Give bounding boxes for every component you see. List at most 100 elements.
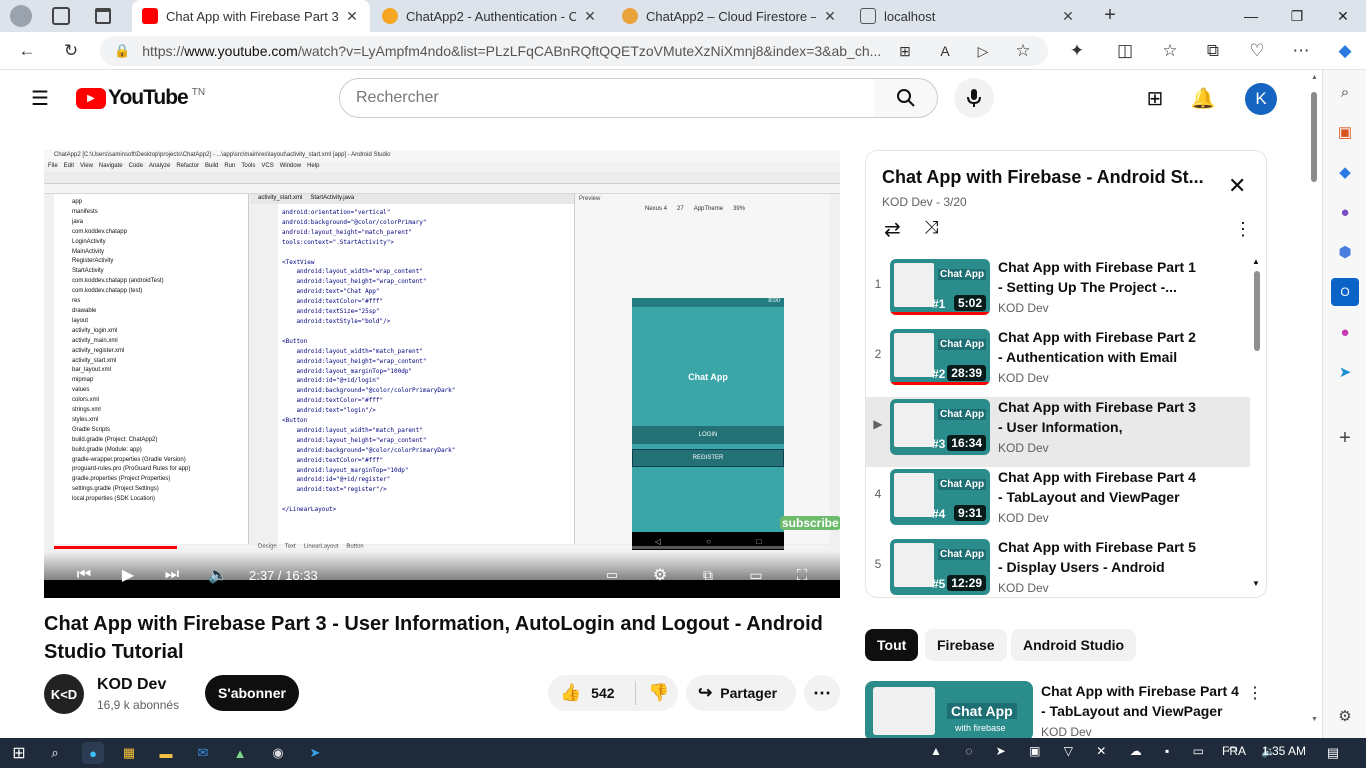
more-actions-button[interactable]: ⋯ [804,675,840,711]
volume-icon[interactable]: 🔈 [206,562,230,588]
playlist-title[interactable]: Chat App with Firebase - Android St... [882,167,1222,188]
close-icon[interactable]: ✕ [822,8,838,25]
tab-firebase-auth[interactable]: ChatApp2 - Authentication - Cor ✕ [372,0,608,32]
profile-icon[interactable] [10,5,32,27]
telegram-app-icon[interactable]: ➤ [304,742,326,764]
playlist-item[interactable]: 1 Chat App #1 5:02 Chat App with Firebase Pa… [866,257,1250,327]
dislike-button[interactable]: 👎 [636,683,669,703]
clock[interactable]: 1:35 AM [1262,744,1306,758]
settings-gear-icon[interactable]: ⚙ [648,562,672,588]
filter-chip[interactable]: Android Studio [1011,629,1137,661]
hamburger-menu-icon[interactable]: ☰ [20,78,60,118]
loop-icon[interactable]: ⇄ [884,217,901,242]
add-icon[interactable]: + [1331,424,1359,452]
close-icon[interactable]: ✕ [1228,173,1246,199]
sidebar-settings-icon[interactable]: ⚙ [1331,702,1359,730]
search-input[interactable]: Rechercher [339,78,875,118]
window-close-button[interactable]: ✕ [1320,0,1366,32]
collections-icon[interactable]: ⧉ [1198,36,1228,66]
shuffle-icon[interactable]: ⤨ [924,217,938,238]
video-player[interactable]: ChatApp2 [C:\Users\saminsoft\Desktop\pro… [44,150,840,598]
store-app-icon[interactable]: ▦ [118,742,140,764]
refresh-button[interactable]: ↻ [56,36,86,66]
play-button[interactable]: ▶ [116,562,140,588]
create-video-icon[interactable]: ⊞ [1135,78,1175,118]
read-aloud-icon[interactable]: A [930,36,960,66]
send-icon[interactable]: ➤ [1331,358,1359,386]
minimize-button[interactable]: — [1228,0,1274,32]
scroll-up-icon[interactable]: ▲ [1252,257,1260,266]
page-scrollbar[interactable]: ▲ ▼ [1308,70,1320,738]
voice-search-button[interactable] [954,78,994,118]
filter-chip[interactable]: Tout [865,629,919,661]
split-screen-icon[interactable]: ◫ [1110,36,1140,66]
people-icon[interactable]: ● [1331,198,1359,226]
outlook-icon[interactable]: O [1331,278,1359,306]
close-icon[interactable]: ✕ [582,8,598,25]
notifications-bell-icon[interactable]: 🔔 [1183,78,1223,118]
playlist-item[interactable]: ▶ Chat App #3 16:34 Chat App with Firebase P… [866,397,1250,467]
language-indicator[interactable]: FRA [1222,744,1246,758]
games-icon[interactable]: ⬢ [1331,238,1359,266]
notifications-icon[interactable]: ▤ [1322,742,1344,764]
recommended-video[interactable]: Chat App with firebase Chat App with Fir… [865,681,1265,738]
theater-mode-icon[interactable]: ▭ [744,562,768,588]
progress-bar[interactable] [54,546,830,549]
playlist-item[interactable]: 2 Chat App #2 28:39 Chat App with Firebase P… [866,327,1250,397]
close-icon[interactable]: ✕ [1060,8,1076,25]
like-button[interactable]: 👍 542 [548,681,636,705]
apps-icon[interactable]: ⊞ [890,36,920,66]
video-icon[interactable]: ▷ [968,36,998,66]
back-button[interactable]: ← [12,36,42,66]
account-avatar[interactable]: K [1245,83,1277,115]
subtitles-icon[interactable]: ▭ [600,562,624,588]
search-icon[interactable]: ⌕ [44,742,66,764]
file-explorer-icon[interactable]: ▬ [155,742,177,764]
tab-youtube[interactable]: Chat App with Firebase Part 3 - U ✕ [132,0,370,32]
channel-name[interactable]: KOD Dev [97,676,166,694]
youtube-logo[interactable]: ▶ YouTube TN [76,86,205,110]
copilot-designer-icon[interactable]: ● [1331,318,1359,346]
page-scrollbar-thumb[interactable] [1311,92,1317,182]
restore-button[interactable]: ❐ [1274,0,1320,32]
tab-firestore[interactable]: ChatApp2 – Cloud Firestore – Re ✕ [612,0,848,32]
new-tab-button[interactable]: + [1098,4,1122,28]
playlist-item[interactable]: 4 Chat App #4 9:31 Chat App with Firebase Pa… [866,467,1250,537]
android-studio-icon[interactable]: ▲ [229,742,251,764]
subscribe-button[interactable]: S'abonner [205,675,299,711]
browser-toolbar: ← ↻ 🔒 https://www.youtube.com/watch?v=Ly… [0,32,1366,70]
share-button[interactable]: ↪ Partager [686,675,796,711]
windows-start-icon[interactable]: ⊞ [8,742,30,764]
ide-tree-item: settings.gradle (Project Settings) [72,486,159,493]
recommended-menu-icon[interactable]: ⋮ [1247,683,1263,703]
edge-app-icon[interactable]: ● [82,742,104,764]
playlist-scrollbar[interactable] [1254,271,1260,351]
playlist-item[interactable]: 5 Chat App #5 12:29 Chat App with Firebase P… [866,537,1250,597]
chrome-app-icon[interactable]: ◉ [267,742,289,764]
playlist-item-channel: KOD Dev [998,301,1049,315]
fullscreen-icon[interactable]: ⛶ [790,562,814,588]
tag-icon[interactable]: ◆ [1331,158,1359,186]
favorites-icon[interactable]: ☆ [1155,36,1185,66]
previous-video-button[interactable]: ⏮ [72,562,96,588]
copilot-icon[interactable]: ◆ [1330,36,1360,66]
tab-actions-icon[interactable] [95,8,111,24]
search-button[interactable] [874,78,938,118]
playlist-menu-icon[interactable]: ⋮ [1234,219,1252,240]
shopping-icon[interactable]: ▣ [1331,118,1359,146]
performance-icon[interactable]: ♡ [1242,36,1272,66]
mail-app-icon[interactable]: ✉ [192,742,214,764]
workspaces-icon[interactable] [52,7,70,25]
tab-localhost[interactable]: localhost ✕ [850,0,1086,32]
favorite-star-icon[interactable]: ☆ [1008,36,1038,66]
scroll-down-icon[interactable]: ▼ [1252,579,1260,588]
extensions-icon[interactable]: ✦ [1062,36,1092,66]
channel-avatar[interactable]: K<D [44,674,84,714]
miniplayer-icon[interactable]: ⧉ [696,562,720,588]
close-icon[interactable]: ✕ [344,8,360,25]
filter-chip[interactable]: Firebase [925,629,1007,661]
search-icon[interactable]: ⌕ [1331,78,1359,106]
ide-tree-item: strings.xml [72,407,101,414]
more-menu-icon[interactable]: ⋯ [1286,36,1316,66]
next-video-button[interactable]: ⏭ [160,562,184,588]
